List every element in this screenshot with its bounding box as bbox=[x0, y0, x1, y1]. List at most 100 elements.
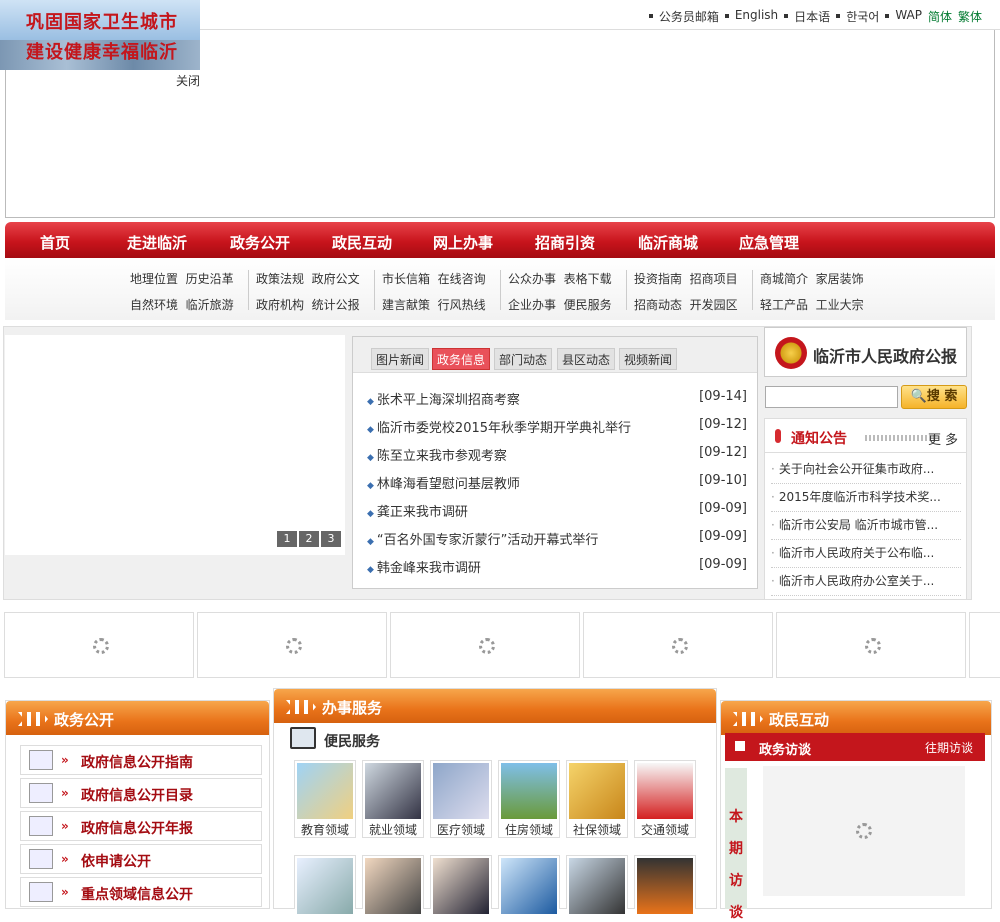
service-transport[interactable]: 交通领域 bbox=[634, 760, 696, 838]
pager-button[interactable]: 3 bbox=[321, 531, 341, 547]
news-title[interactable]: 临沂市委党校2015年秋季学期开学典礼举行 bbox=[377, 421, 631, 436]
subnav-link[interactable]: 企业办事 bbox=[508, 298, 556, 312]
nav-interaction[interactable]: 政民互动 bbox=[332, 232, 392, 253]
close-ad-link[interactable]: 关闭 bbox=[176, 72, 200, 89]
subnav-link[interactable]: 轻工产品 bbox=[760, 298, 808, 312]
subnav-link[interactable]: 家居装饰 bbox=[816, 272, 864, 286]
subnav-link[interactable]: 统计公报 bbox=[312, 298, 360, 312]
subnav-link[interactable]: 开发园区 bbox=[690, 298, 738, 312]
gov-open-item[interactable]: » 重点领域信息公开 bbox=[20, 877, 262, 907]
notice-item[interactable]: · 2015年度临沂市科学技术奖... bbox=[771, 488, 961, 512]
photo-slideshow[interactable] bbox=[5, 335, 345, 555]
gov-open-item-label[interactable]: 重点领域信息公开 bbox=[81, 884, 193, 904]
service-label[interactable]: 医疗领域 bbox=[431, 821, 491, 838]
service-education[interactable]: 教育领域 bbox=[294, 760, 356, 838]
subnav-link[interactable]: 招商动态 bbox=[634, 298, 682, 312]
gov-gazette-link[interactable]: 临沂市人民政府公报 bbox=[764, 327, 967, 377]
service-tile[interactable] bbox=[498, 855, 560, 914]
subnav-link[interactable]: 市长信箱 bbox=[382, 272, 430, 286]
search-input[interactable] bbox=[765, 386, 898, 408]
subnav-link[interactable]: 政府机构 bbox=[256, 298, 304, 312]
service-label[interactable]: 社保领域 bbox=[567, 821, 627, 838]
image-slot[interactable] bbox=[583, 612, 773, 678]
gov-open-item[interactable]: » 政府信息公开目录 bbox=[20, 778, 262, 808]
image-slot[interactable] bbox=[4, 612, 194, 678]
link-wap[interactable]: WAP bbox=[895, 8, 922, 25]
past-interviews-link[interactable]: 往期访谈 bbox=[925, 739, 973, 756]
news-item[interactable]: ◆ 张术平上海深圳招商考察 [09-14] bbox=[367, 389, 747, 408]
nav-emergency[interactable]: 应急管理 bbox=[739, 232, 799, 253]
notice-item[interactable]: · 临沂市公安局 临沂市城市管... bbox=[771, 516, 961, 540]
subnav-link[interactable]: 临沂旅游 bbox=[186, 298, 234, 312]
news-item[interactable]: ◆ 林峰海看望慰问基层教师 [09-10] bbox=[367, 473, 747, 492]
news-title[interactable]: “百名外国专家沂蒙行”活动开幕式举行 bbox=[377, 533, 598, 548]
news-title[interactable]: 陈至立来我市参观考察 bbox=[377, 449, 507, 464]
subnav-link[interactable]: 公众办事 bbox=[508, 272, 556, 286]
pager-button[interactable]: 1 bbox=[277, 531, 297, 547]
news-item[interactable]: ◆ 韩金峰来我市调研 [09-09] bbox=[367, 557, 747, 576]
subnav-link[interactable]: 政府公文 bbox=[312, 272, 360, 286]
subnav-link[interactable]: 表格下载 bbox=[564, 272, 612, 286]
subnav-link[interactable]: 工业大宗 bbox=[816, 298, 864, 312]
link-korean[interactable]: 한국어 bbox=[846, 8, 879, 25]
nav-investment[interactable]: 招商引资 bbox=[535, 232, 595, 253]
service-housing[interactable]: 住房领域 bbox=[498, 760, 560, 838]
link-mailbox[interactable]: 公务员邮箱 bbox=[659, 8, 719, 25]
tab-county-news[interactable]: 县区动态 bbox=[557, 348, 616, 370]
service-label[interactable]: 交通领域 bbox=[635, 821, 695, 838]
subnav-link[interactable]: 政策法规 bbox=[256, 272, 304, 286]
subnav-link[interactable]: 建言献策 bbox=[382, 298, 430, 312]
link-traditional[interactable]: 繁体 bbox=[958, 8, 982, 25]
service-label[interactable]: 住房领域 bbox=[499, 821, 559, 838]
image-slot[interactable] bbox=[776, 612, 966, 678]
notice-item[interactable]: · 临沂市人民政府办公室关于... bbox=[771, 572, 961, 596]
gov-open-item[interactable]: » 依申请公开 bbox=[20, 844, 262, 874]
notice-item-title[interactable]: 2015年度临沂市科学技术奖... bbox=[779, 490, 941, 504]
image-slot[interactable] bbox=[390, 612, 580, 678]
gov-open-item[interactable]: » 政府信息公开指南 bbox=[20, 745, 262, 775]
service-tile[interactable] bbox=[430, 855, 492, 914]
notice-item-title[interactable]: 临沂市公安局 临沂市城市管... bbox=[779, 518, 938, 532]
service-tile[interactable] bbox=[634, 855, 696, 914]
image-slot[interactable] bbox=[969, 612, 1000, 678]
news-item[interactable]: ◆ “百名外国专家沂蒙行”活动开幕式举行 [09-09] bbox=[367, 529, 747, 548]
gov-open-item[interactable]: » 政府信息公开年报 bbox=[20, 811, 262, 841]
tab-photo-news[interactable]: 图片新闻 bbox=[371, 348, 430, 370]
gov-open-item-label[interactable]: 政府信息公开目录 bbox=[81, 785, 193, 805]
service-social-security[interactable]: 社保领域 bbox=[566, 760, 628, 838]
service-label[interactable]: 就业领域 bbox=[363, 821, 423, 838]
nav-gov-open[interactable]: 政务公开 bbox=[230, 232, 290, 253]
service-medical[interactable]: 医疗领域 bbox=[430, 760, 492, 838]
nav-online-service[interactable]: 网上办事 bbox=[433, 232, 493, 253]
notice-more-link[interactable]: 更多 bbox=[928, 429, 962, 448]
interview-image[interactable] bbox=[763, 766, 965, 896]
service-employment[interactable]: 就业领域 bbox=[362, 760, 424, 838]
news-title[interactable]: 林峰海看望慰问基层教师 bbox=[377, 477, 520, 492]
tab-video-news[interactable]: 视频新闻 bbox=[619, 348, 678, 370]
nav-about[interactable]: 走进临沂 bbox=[127, 232, 187, 253]
link-english[interactable]: English bbox=[735, 8, 778, 25]
nav-mall[interactable]: 临沂商城 bbox=[638, 232, 698, 253]
subnav-link[interactable]: 历史沿革 bbox=[186, 272, 234, 286]
subnav-link[interactable]: 投资指南 bbox=[634, 272, 682, 286]
tab-dept-news[interactable]: 部门动态 bbox=[494, 348, 553, 370]
gov-open-item-label[interactable]: 政府信息公开指南 bbox=[81, 752, 193, 772]
subnav-link[interactable]: 商城简介 bbox=[760, 272, 808, 286]
notice-item-title[interactable]: 临沂市人民政府办公室关于... bbox=[779, 574, 934, 588]
subnav-link[interactable]: 在线咨询 bbox=[438, 272, 486, 286]
link-japanese[interactable]: 日本语 bbox=[794, 8, 830, 25]
notice-item-title[interactable]: 关于向社会公开征集市政府... bbox=[779, 462, 934, 476]
news-item[interactable]: ◆ 临沂市委党校2015年秋季学期开学典礼举行 [09-12] bbox=[367, 417, 747, 436]
tab-gov-info[interactable]: 政务信息 bbox=[432, 348, 491, 370]
notice-item[interactable]: · 关于向社会公开征集市政府... bbox=[771, 460, 961, 484]
image-slot[interactable] bbox=[197, 612, 387, 678]
news-title[interactable]: 龚正来我市调研 bbox=[377, 505, 468, 520]
news-item[interactable]: ◆ 龚正来我市调研 [09-09] bbox=[367, 501, 747, 520]
news-item[interactable]: ◆ 陈至立来我市参观考察 [09-12] bbox=[367, 445, 747, 464]
service-tile[interactable] bbox=[294, 855, 356, 914]
notice-item[interactable]: · 临沂市人民政府关于公布临... bbox=[771, 544, 961, 568]
notice-item-title[interactable]: 临沂市人民政府关于公布临... bbox=[779, 546, 934, 560]
service-label[interactable]: 教育领域 bbox=[295, 821, 355, 838]
subnav-link[interactable]: 招商项目 bbox=[690, 272, 738, 286]
pager-button[interactable]: 2 bbox=[299, 531, 319, 547]
